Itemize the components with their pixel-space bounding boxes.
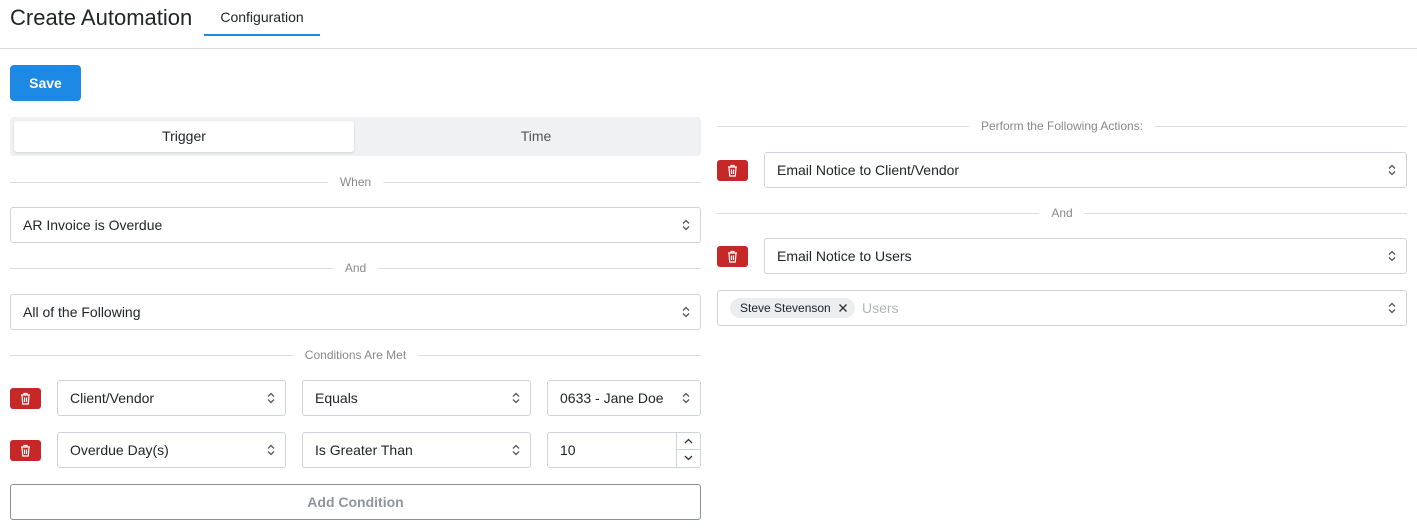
- delete-action-button[interactable]: [717, 160, 748, 181]
- condition-value: 10: [560, 442, 576, 458]
- chevron-up-down-icon: [1388, 302, 1396, 314]
- add-condition-button[interactable]: Add Condition: [10, 484, 701, 520]
- chevron-up-down-icon: [682, 392, 690, 404]
- decrement-button[interactable]: [677, 450, 700, 467]
- condition-value: 0633 - Jane Doe: [560, 390, 664, 406]
- when-divider: When: [10, 175, 701, 189]
- conditions-divider: Conditions Are Met: [10, 348, 701, 362]
- tab-trigger[interactable]: Trigger: [14, 121, 354, 152]
- chevron-up-down-icon: [1388, 164, 1396, 176]
- actions-divider: Perform the Following Actions:: [717, 119, 1407, 133]
- actions-and-divider: And: [717, 206, 1407, 220]
- action-value: Email Notice to Client/Vendor: [777, 162, 960, 178]
- chevron-up-icon: [684, 438, 693, 444]
- condition-operator-select[interactable]: Equals: [302, 380, 531, 416]
- page-title: Create Automation: [10, 5, 193, 30]
- delete-condition-button[interactable]: [10, 388, 41, 409]
- user-chip: Steve Stevenson: [730, 298, 855, 318]
- delete-condition-button[interactable]: [10, 440, 41, 461]
- chevron-up-down-icon: [267, 392, 275, 404]
- page-header: Create Automation Configuration: [0, 0, 1417, 49]
- condition-operator-value: Is Greater Than: [315, 442, 413, 458]
- condition-field-select[interactable]: Client/Vendor: [57, 380, 286, 416]
- mode-toggle: Trigger Time: [10, 117, 701, 156]
- condition-operator-select[interactable]: Is Greater Than: [302, 432, 531, 468]
- action-value: Email Notice to Users: [777, 248, 912, 264]
- match-type-select[interactable]: All of the Following: [10, 294, 701, 330]
- chevron-up-down-icon: [512, 444, 520, 456]
- trash-icon: [728, 250, 737, 263]
- trash-icon: [21, 444, 30, 457]
- tab-configuration[interactable]: Configuration: [204, 0, 320, 36]
- condition-field-select[interactable]: Overdue Day(s): [57, 432, 286, 468]
- close-icon[interactable]: [838, 303, 848, 313]
- chevron-up-down-icon: [512, 392, 520, 404]
- chevron-up-down-icon: [1388, 250, 1396, 262]
- when-label: When: [327, 175, 384, 189]
- condition-value-select[interactable]: 0633 - Jane Doe: [547, 380, 701, 416]
- conditions-label: Conditions Are Met: [292, 348, 419, 362]
- condition-field-value: Client/Vendor: [70, 390, 155, 406]
- delete-action-button[interactable]: [717, 246, 748, 267]
- condition-operator-value: Equals: [315, 390, 358, 406]
- number-spinner: [676, 433, 700, 467]
- trash-icon: [728, 164, 737, 177]
- and-label: And: [1039, 206, 1085, 220]
- condition-value-number-input[interactable]: 10: [547, 432, 701, 468]
- save-button[interactable]: Save: [10, 65, 81, 101]
- actions-label: Perform the Following Actions:: [968, 119, 1156, 133]
- users-placeholder: Users: [862, 300, 899, 316]
- action-select[interactable]: Email Notice to Users: [764, 238, 1407, 274]
- chevron-up-down-icon: [682, 306, 690, 318]
- chevron-up-down-icon: [682, 219, 690, 231]
- trigger-event-select[interactable]: AR Invoice is Overdue: [10, 207, 701, 243]
- and-divider: And: [10, 261, 701, 275]
- and-label: And: [332, 261, 379, 275]
- chevron-up-down-icon: [267, 444, 275, 456]
- condition-field-value: Overdue Day(s): [70, 442, 169, 458]
- increment-button[interactable]: [677, 433, 700, 450]
- trash-icon: [21, 392, 30, 405]
- trigger-event-value: AR Invoice is Overdue: [23, 217, 163, 233]
- action-select[interactable]: Email Notice to Client/Vendor: [764, 152, 1407, 188]
- match-type-value: All of the Following: [23, 304, 141, 320]
- chevron-down-icon: [684, 455, 693, 461]
- tab-time[interactable]: Time: [366, 121, 706, 152]
- users-multiselect[interactable]: Steve Stevenson Users: [717, 290, 1407, 326]
- user-chip-label: Steve Stevenson: [740, 301, 831, 315]
